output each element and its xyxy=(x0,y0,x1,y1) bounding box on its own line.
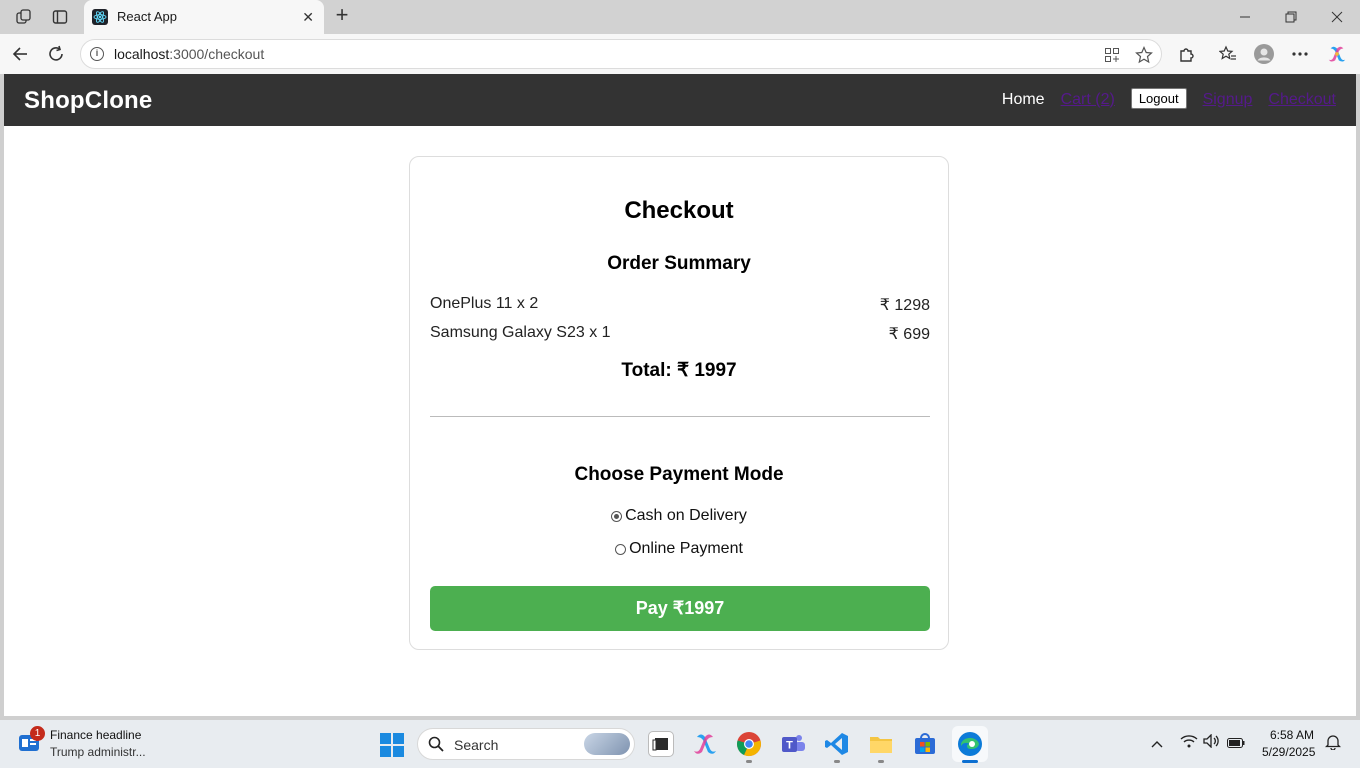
tab-actions-icon[interactable] xyxy=(50,7,70,27)
active-indicator xyxy=(962,760,978,763)
cod-radio[interactable] xyxy=(611,510,623,522)
payment-option-label: Online Payment xyxy=(629,540,743,557)
online-radio[interactable] xyxy=(615,543,627,555)
pay-button[interactable]: Pay ₹1997 xyxy=(430,586,930,631)
workspaces-icon[interactable] xyxy=(14,7,34,27)
brand-logo[interactable]: ShopClone xyxy=(24,87,152,115)
notifications-icon[interactable] xyxy=(1324,734,1342,752)
browser-toolbar: i localhost:3000/checkout xyxy=(0,34,1360,74)
clock-time[interactable]: 6:58 AM xyxy=(1270,728,1314,742)
refresh-icon[interactable] xyxy=(45,43,67,65)
checkout-title: Checkout xyxy=(624,197,734,224)
payment-option-online[interactable]: Online Payment xyxy=(410,540,948,558)
running-indicator xyxy=(878,760,884,763)
tab-title: React App xyxy=(117,9,177,24)
order-summary-title: Order Summary xyxy=(607,253,751,274)
url-text: localhost:3000/checkout xyxy=(114,46,265,62)
favorites-icon[interactable] xyxy=(1218,44,1238,64)
running-indicator xyxy=(746,760,752,763)
order-item-price: ₹ 1298 xyxy=(879,297,930,314)
minimize-icon[interactable] xyxy=(1234,7,1256,27)
payment-option-label: Cash on Delivery xyxy=(625,507,747,524)
order-item-name: Samsung Galaxy S23 x 1 xyxy=(430,324,611,341)
profile-avatar-icon[interactable] xyxy=(1254,44,1274,64)
volume-icon[interactable] xyxy=(1203,733,1221,752)
task-view-icon[interactable] xyxy=(648,731,674,757)
clock-date[interactable]: 5/29/2025 xyxy=(1262,745,1315,759)
order-item-price: ₹ 699 xyxy=(888,326,930,343)
payment-option-cod[interactable]: Cash on Delivery xyxy=(410,507,948,525)
order-item-row: Samsung Galaxy S23 x 1 ₹ 699 xyxy=(430,324,930,344)
edge-browser-icon xyxy=(958,732,982,756)
windows-start-icon[interactable] xyxy=(380,733,404,757)
copilot-icon[interactable] xyxy=(1327,44,1347,64)
teams-app-icon[interactable]: T xyxy=(780,731,806,757)
site-navbar: ShopClone Home Cart (2) Logout Signup Ch… xyxy=(4,74,1356,126)
address-bar[interactable]: i localhost:3000/checkout xyxy=(80,39,1162,69)
new-tab-icon[interactable]: + xyxy=(332,4,352,27)
nav-cart-link[interactable]: Cart (2) xyxy=(1061,91,1115,109)
order-item-name: OnePlus 11 x 2 xyxy=(430,295,539,312)
more-options-icon[interactable] xyxy=(1290,44,1310,64)
running-indicator xyxy=(834,760,840,763)
chevron-up-icon[interactable] xyxy=(1148,734,1166,752)
nav-signup-link[interactable]: Signup xyxy=(1203,91,1253,109)
browser-tab[interactable]: React App ✕ xyxy=(84,0,324,34)
chrome-app-icon[interactable] xyxy=(736,731,762,757)
search-icon xyxy=(428,736,444,752)
page-viewport: ShopClone Home Cart (2) Logout Signup Ch… xyxy=(4,74,1356,716)
back-icon[interactable] xyxy=(9,43,31,65)
edge-app-active[interactable] xyxy=(952,726,988,762)
svg-text:T: T xyxy=(786,740,793,752)
payment-mode-title: Choose Payment Mode xyxy=(574,464,784,485)
close-window-icon[interactable] xyxy=(1326,7,1348,27)
search-highlight-image xyxy=(584,733,630,755)
news-badge: 1 xyxy=(30,726,45,741)
react-favicon-icon xyxy=(92,9,108,25)
favorite-star-icon[interactable] xyxy=(1135,46,1153,64)
logout-button[interactable]: Logout xyxy=(1130,88,1187,109)
divider xyxy=(430,416,930,417)
restore-icon[interactable] xyxy=(1280,7,1302,27)
browser-titlebar: React App ✕ + xyxy=(0,0,1360,34)
file-explorer-icon[interactable] xyxy=(868,731,894,757)
nav-checkout-link[interactable]: Checkout xyxy=(1268,91,1336,109)
tab-close-icon[interactable]: ✕ xyxy=(302,9,314,26)
taskbar-search[interactable]: Search xyxy=(417,728,635,760)
nav-home-link[interactable]: Home xyxy=(1002,91,1045,109)
copilot-app-icon[interactable] xyxy=(692,731,718,757)
site-info-icon[interactable]: i xyxy=(90,47,104,61)
news-title[interactable]: Finance headline xyxy=(50,728,141,742)
order-total: Total: ₹ 1997 xyxy=(621,360,737,381)
wifi-icon[interactable] xyxy=(1180,734,1198,752)
nav-links: Home Cart (2) Logout Signup Checkout xyxy=(1002,88,1336,109)
order-item-row: OnePlus 11 x 2 ₹ 1298 xyxy=(430,295,930,315)
store-app-icon[interactable] xyxy=(912,731,938,757)
checkout-card: Checkout Order Summary OnePlus 11 x 2 ₹ … xyxy=(409,156,949,650)
vscode-app-icon[interactable] xyxy=(824,731,850,757)
extensions-icon[interactable] xyxy=(1177,44,1197,64)
battery-icon[interactable] xyxy=(1227,734,1245,752)
windows-taskbar: 1 Finance headline Trump administr... Se… xyxy=(0,720,1360,768)
search-placeholder: Search xyxy=(454,737,499,753)
app-available-icon[interactable] xyxy=(1103,46,1121,64)
news-subtitle[interactable]: Trump administr... xyxy=(50,745,146,759)
